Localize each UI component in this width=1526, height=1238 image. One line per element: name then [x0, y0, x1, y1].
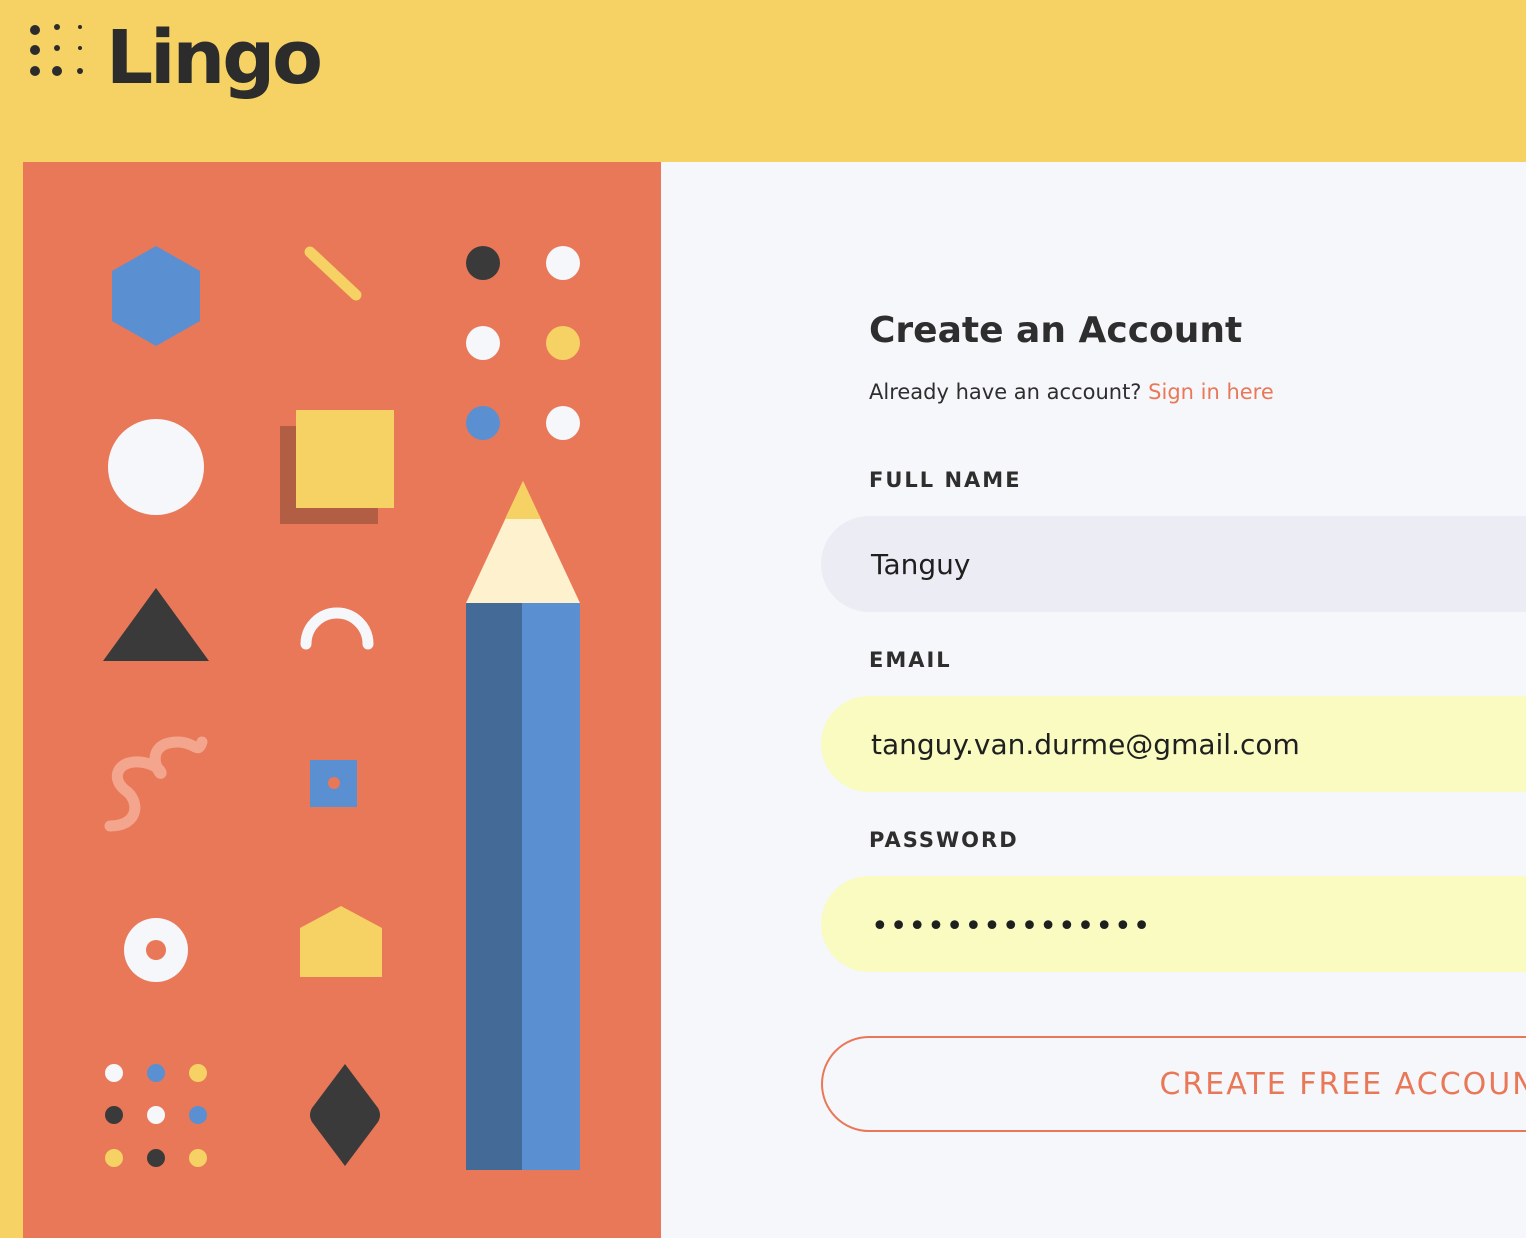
illustration-panel: [23, 162, 661, 1238]
app-header: Lingo: [0, 0, 1526, 162]
dot-grid-icon: [466, 246, 580, 440]
create-account-button[interactable]: CREATE FREE ACCOUNT: [821, 1036, 1526, 1132]
pencil-icon: [466, 481, 580, 1170]
password-masked-value: •••••••••••••••: [871, 908, 1152, 944]
triangle-icon: [103, 588, 209, 661]
circle-icon: [108, 419, 204, 515]
illustration-shapes: [103, 246, 580, 1170]
email-input[interactable]: tanguy.van.durme@gmail.com: [821, 696, 1526, 792]
diamond-icon: [310, 1064, 380, 1166]
small-dot-grid-icon: [105, 1064, 207, 1167]
full-name-label: FULL NAME: [869, 468, 1022, 492]
signin-prompt-text: Already have an account?: [869, 380, 1142, 404]
square-with-shadow-icon: [280, 410, 394, 524]
hexagon-icon: [112, 246, 200, 346]
squiggle-icon: [104, 736, 208, 832]
signup-form-panel: Create an Account Already have an accoun…: [661, 162, 1526, 1238]
create-account-button-label: CREATE FREE ACCOUNT: [1159, 1066, 1526, 1102]
page-title: Create an Account: [869, 310, 1243, 351]
email-value: tanguy.van.durme@gmail.com: [871, 727, 1300, 761]
lingo-wordmark[interactable]: Lingo: [106, 8, 323, 108]
signin-link[interactable]: Sign in here: [1148, 380, 1274, 404]
ring-icon: [124, 918, 188, 982]
email-label: EMAIL: [869, 648, 952, 672]
small-square-icon: [310, 760, 357, 807]
full-name-input[interactable]: Tanguy: [821, 516, 1526, 612]
password-input[interactable]: •••••••••••••••: [821, 876, 1526, 972]
house-shape-icon: [300, 906, 382, 977]
line-icon: [304, 246, 362, 301]
arc-icon: [300, 607, 374, 650]
password-label: PASSWORD: [869, 828, 1019, 852]
lingo-logo-dots-icon: [30, 24, 83, 76]
full-name-value: Tanguy: [871, 547, 971, 581]
signin-prompt: Already have an account? Sign in here: [869, 380, 1274, 404]
